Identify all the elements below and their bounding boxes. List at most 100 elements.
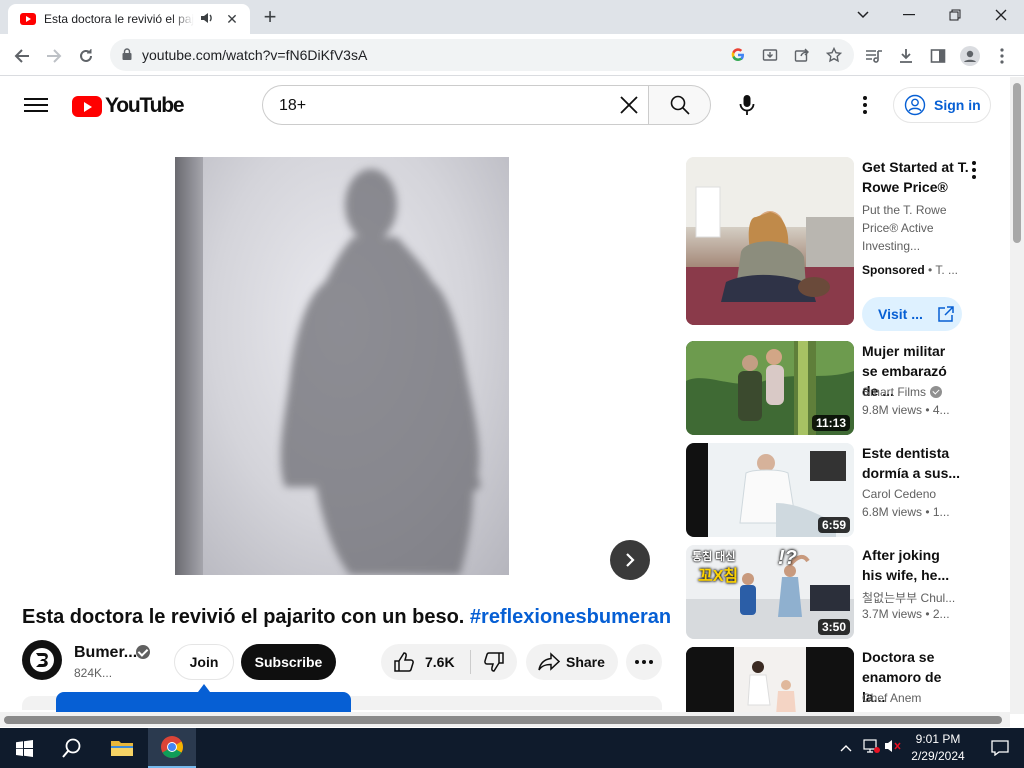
channel-name[interactable]: Bumer... xyxy=(74,644,137,662)
address-bar[interactable]: youtube.com/watch?v=fN6DiKfV3sA xyxy=(110,39,854,71)
sign-in-label: Sign in xyxy=(934,97,981,113)
youtube-play-logo-icon xyxy=(72,95,102,117)
search-taskbar-icon[interactable] xyxy=(48,728,96,768)
file-explorer-icon[interactable] xyxy=(98,728,146,768)
reload-icon[interactable] xyxy=(72,42,100,70)
channel-line[interactable]: Smart Films xyxy=(862,385,942,399)
vertical-scrollbar[interactable] xyxy=(1010,77,1024,714)
video-title-link[interactable]: Este dentista dormía a sus... xyxy=(862,443,962,483)
join-button[interactable]: Join xyxy=(174,644,234,680)
show-hidden-icons-icon[interactable] xyxy=(840,740,852,755)
back-icon[interactable] xyxy=(8,42,36,70)
next-video-button[interactable] xyxy=(610,540,650,580)
ad-more-icon[interactable] xyxy=(972,161,976,179)
video-title-text: Esta doctora le revivió el pajarito con … xyxy=(22,606,470,628)
horizontal-scroll-thumb[interactable] xyxy=(4,716,1002,724)
verified-badge-icon xyxy=(930,386,942,398)
ad-thumbnail[interactable] xyxy=(686,157,854,325)
restore-icon[interactable] xyxy=(932,0,978,30)
sign-in-button[interactable]: Sign in xyxy=(893,87,991,123)
channel-name[interactable]: Smart Films xyxy=(862,385,926,399)
video-thumbnail[interactable]: 통침 대신 꼬X침 !? 3:50 xyxy=(686,545,854,639)
share-label: Share xyxy=(566,654,605,670)
bookmark-star-icon[interactable] xyxy=(824,45,844,65)
video-frame[interactable] xyxy=(175,157,509,575)
like-dislike-group: 7.6K xyxy=(381,644,517,680)
browser-tab-active[interactable]: Esta doctora le revivió el pajarito con … xyxy=(8,4,250,34)
tab-search-icon[interactable] xyxy=(840,0,886,30)
volume-muted-icon[interactable] xyxy=(884,738,902,757)
youtube-logo[interactable]: YouTube xyxy=(72,94,185,118)
side-panel-icon[interactable] xyxy=(924,42,952,70)
downloads-icon[interactable] xyxy=(892,42,920,70)
chevron-right-icon xyxy=(626,553,635,567)
forward-icon[interactable] xyxy=(40,42,68,70)
video-meta: 9.8M views • 4... xyxy=(862,403,950,417)
like-count: 7.6K xyxy=(425,654,455,670)
sponsored-label: Sponsored xyxy=(862,263,925,277)
join-tooltip-pointer xyxy=(198,684,210,692)
install-app-icon[interactable] xyxy=(760,45,780,65)
new-tab-icon[interactable]: + xyxy=(258,6,282,30)
dislike-button[interactable] xyxy=(471,651,517,673)
voice-search-button[interactable] xyxy=(727,85,767,125)
search-input[interactable]: 18+ xyxy=(279,97,306,115)
ad-card[interactable]: Get Started at T. Rowe Price® Put the T.… xyxy=(686,157,996,331)
video-player[interactable] xyxy=(22,133,662,598)
chrome-menu-icon[interactable] xyxy=(988,42,1016,70)
ad-thumbnail-image xyxy=(686,157,854,325)
video-duration: 11:13 xyxy=(811,415,850,431)
more-actions-button[interactable] xyxy=(626,644,662,680)
search-icon xyxy=(670,95,690,115)
recommended-video[interactable]: 6:59 Este dentista dormía a sus... Carol… xyxy=(686,443,996,539)
minimize-icon[interactable] xyxy=(886,0,932,30)
url-text[interactable]: youtube.com/watch?v=fN6DiKfV3sA xyxy=(142,47,367,63)
video-thumbnail[interactable]: 6:59 xyxy=(686,443,854,537)
clear-search-icon[interactable] xyxy=(616,92,642,118)
recommended-video[interactable]: 통침 대신 꼬X침 !? 3:50 After joking his wife,… xyxy=(686,545,996,641)
recommended-video[interactable]: Doctora se enamoro de la... Chef Anem xyxy=(686,647,996,712)
recommended-video[interactable]: 11:13 Mujer militar se embarazó de ... S… xyxy=(686,341,996,437)
like-button[interactable]: 7.6K xyxy=(381,650,471,674)
hamburger-menu-icon[interactable] xyxy=(24,95,48,115)
channel-avatar[interactable] xyxy=(22,640,62,680)
system-clock[interactable]: 9:01 PM 2/29/2024 xyxy=(906,731,970,765)
video-title: Esta doctora le revivió el pajarito con … xyxy=(22,606,671,629)
video-thumbnail[interactable]: 11:13 xyxy=(686,341,854,435)
network-icon[interactable] xyxy=(862,738,880,757)
ad-visit-label: Visit ... xyxy=(878,306,923,322)
video-duration: 6:59 xyxy=(817,517,850,533)
profile-icon[interactable] xyxy=(956,42,984,70)
channel-name[interactable]: 철없는부부 Chul... xyxy=(862,589,955,606)
share-icon[interactable] xyxy=(792,45,812,65)
video-meta: 6.8M views • 1... xyxy=(862,505,950,519)
ad-visit-button[interactable]: Visit ... xyxy=(862,297,962,331)
video-thumbnail[interactable] xyxy=(686,647,854,712)
vertical-scroll-thumb[interactable] xyxy=(1013,83,1021,243)
share-button[interactable]: Share xyxy=(526,644,618,680)
lock-icon[interactable] xyxy=(122,48,132,60)
external-link-icon xyxy=(938,306,954,322)
clock-date: 2/29/2024 xyxy=(911,749,965,763)
search-box[interactable]: 18+ xyxy=(262,85,648,125)
chrome-taskbar-icon[interactable] xyxy=(148,728,196,768)
video-title-link[interactable]: After joking his wife, he... xyxy=(862,545,962,585)
reading-list-icon[interactable] xyxy=(860,42,888,70)
close-window-icon[interactable] xyxy=(978,0,1024,30)
channel-name[interactable]: Chef Anem xyxy=(862,691,921,705)
ad-title[interactable]: Get Started at T. Rowe Price® xyxy=(862,157,972,197)
horizontal-scrollbar[interactable] xyxy=(0,712,1010,727)
google-icon[interactable] xyxy=(728,45,748,65)
youtube-logo-text: YouTube xyxy=(105,94,185,117)
subscribe-button[interactable]: Subscribe xyxy=(241,644,336,680)
search-button[interactable] xyxy=(648,85,711,125)
tab-close-icon[interactable]: ✕ xyxy=(224,11,240,28)
video-title-hashtag[interactable]: #reflexionesbumeran xyxy=(470,606,671,628)
channel-name[interactable]: Carol Cedeno xyxy=(862,487,936,501)
audio-playing-icon[interactable] xyxy=(200,12,216,27)
tab-strip: Esta doctora le revivió el pajarito con … xyxy=(0,0,1024,34)
settings-more-icon[interactable] xyxy=(853,93,877,117)
windows-start-icon[interactable] xyxy=(0,728,48,768)
thumbnail-overlay-text-2: 꼬X침 xyxy=(698,568,739,585)
notifications-icon[interactable] xyxy=(976,728,1024,768)
